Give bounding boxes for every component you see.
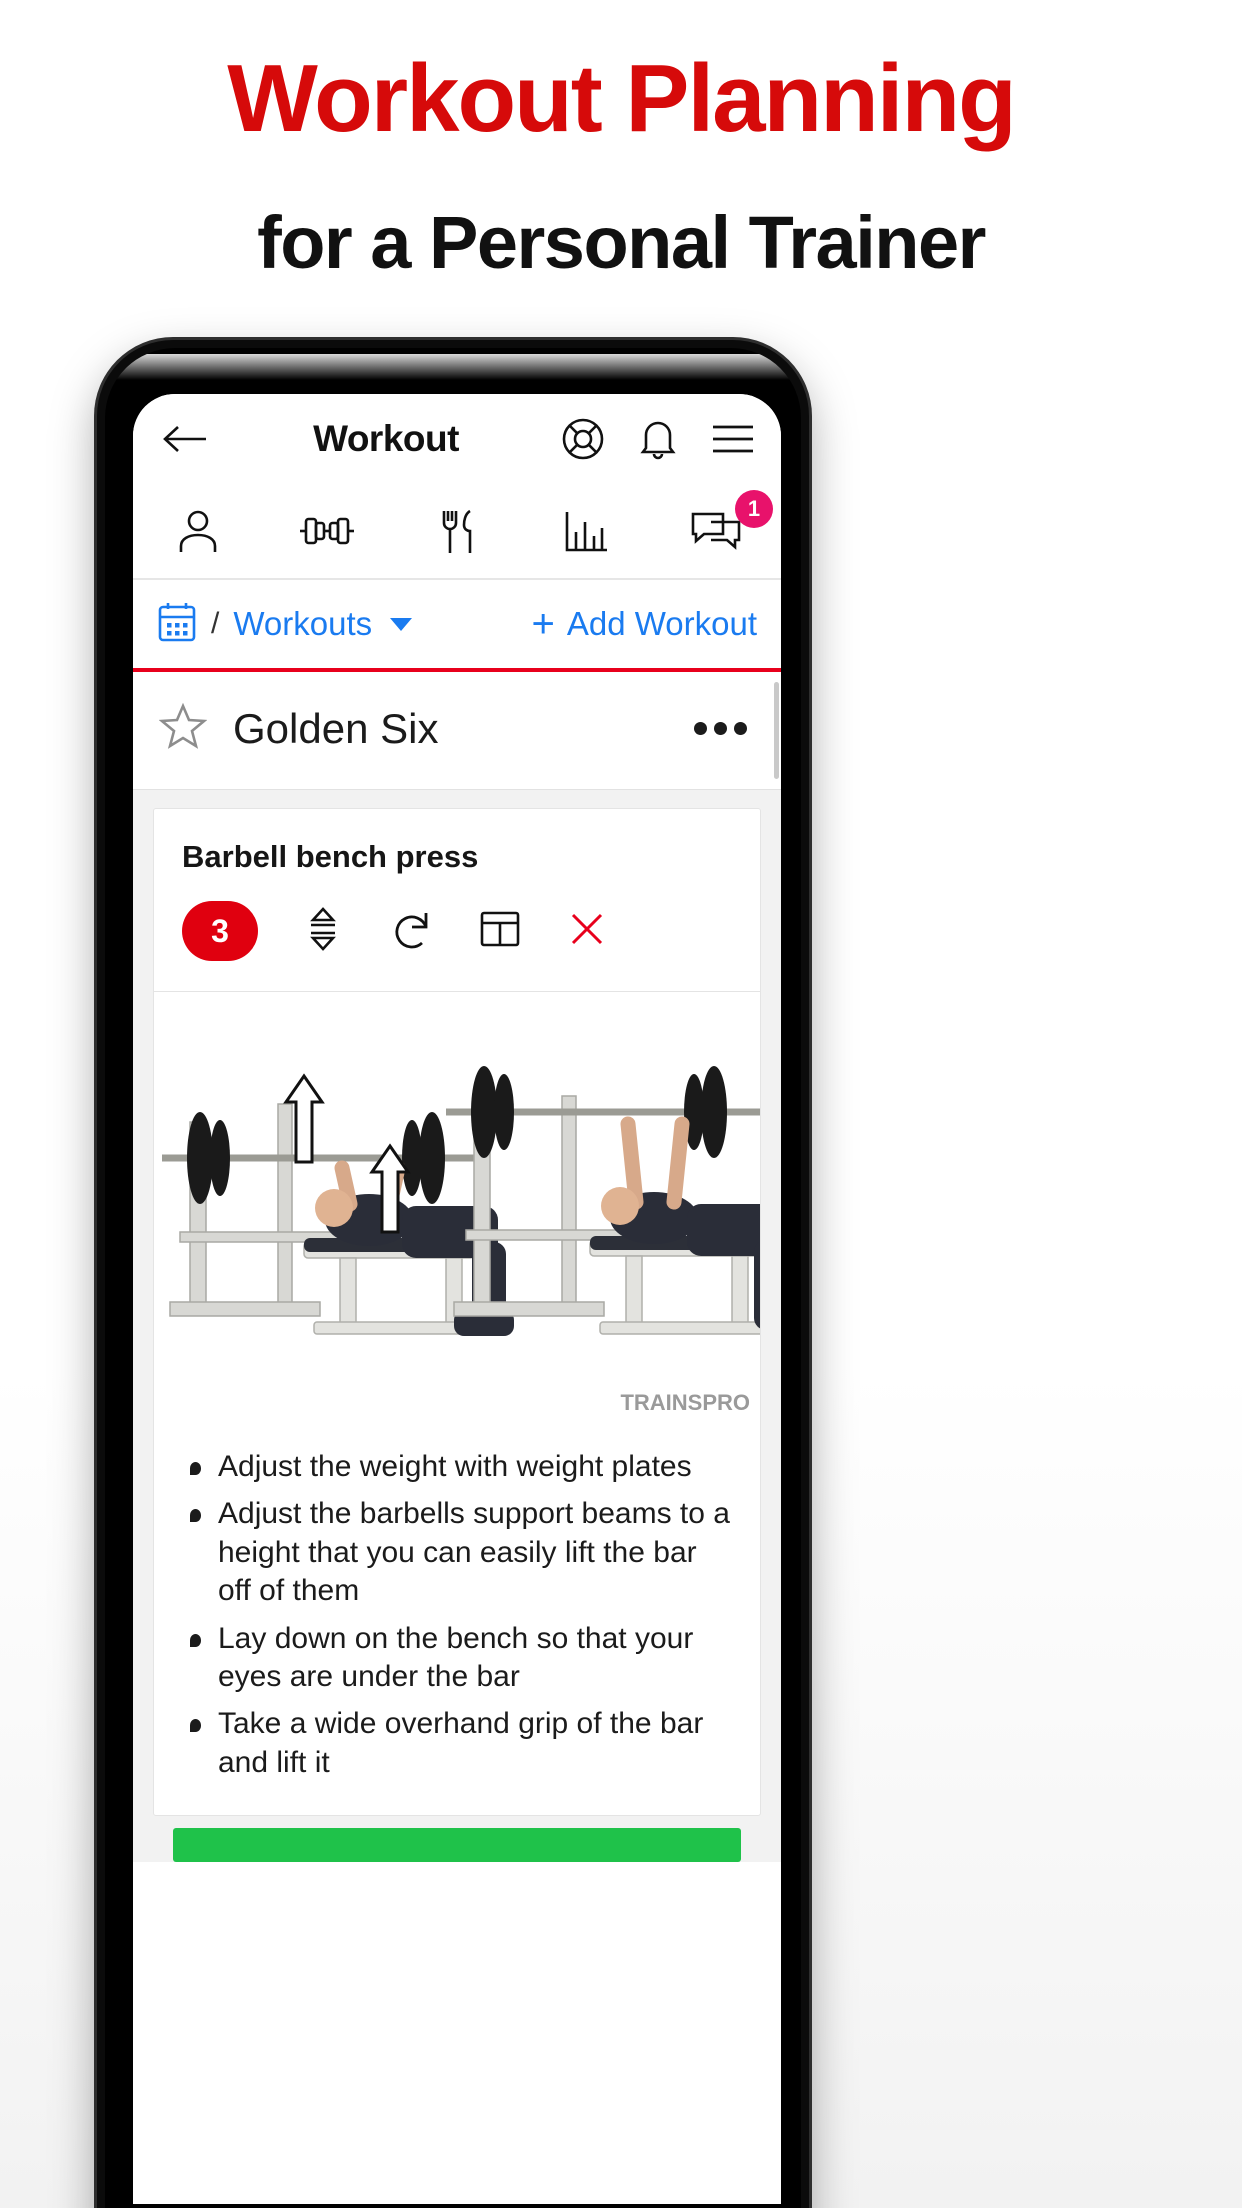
arrow-left-icon[interactable] <box>159 424 211 454</box>
phone-gloss <box>115 354 791 380</box>
plus-icon: + <box>531 602 555 646</box>
chevron-down-icon[interactable] <box>390 617 413 631</box>
phone-mockup: Workout 1 / Workouts + Add Workout Golde… <box>97 340 809 2208</box>
header-actions <box>561 417 755 461</box>
tab-statistics[interactable] <box>522 484 652 578</box>
breadcrumb-link-workouts[interactable]: Workouts <box>233 605 372 643</box>
list-item: Adjust the barbells support beams to a h… <box>184 1495 730 1610</box>
breadcrumb-bar: / Workouts + Add Workout <box>133 580 781 672</box>
workout-header-card[interactable]: Golden Six <box>133 672 781 790</box>
star-outline-icon[interactable] <box>158 702 208 755</box>
more-options-icon[interactable] <box>694 722 747 735</box>
app-header: Workout <box>133 394 781 484</box>
messages-badge: 1 <box>734 490 773 528</box>
exercise-instructions: Adjust the weight with weight plates Adj… <box>154 1422 760 1815</box>
page-title: Workout <box>313 418 459 459</box>
add-workout-button[interactable]: + Add Workout <box>531 604 757 644</box>
exercise-card: Barbell bench press 3 TRAINSPRO Adjust t… <box>153 808 761 1817</box>
tab-messages[interactable]: 1 <box>651 484 781 578</box>
svg-text:TRAINSPRO: TRAINSPRO <box>620 1390 750 1415</box>
breadcrumb-separator: / <box>211 607 220 640</box>
list-item: Take a wide overhand grip of the bar and… <box>184 1705 730 1782</box>
hamburger-menu-icon[interactable] <box>711 422 755 456</box>
add-workout-label: Add Workout <box>566 605 757 642</box>
tab-workout[interactable] <box>263 484 393 578</box>
promo-headline: Workout Planning for a Personal Trainer <box>0 48 1242 283</box>
table-icon[interactable] <box>478 907 522 956</box>
promo-title-line1: Workout Planning <box>227 45 1017 152</box>
reorder-icon[interactable] <box>302 905 344 958</box>
tab-nutrition[interactable] <box>392 484 522 578</box>
phone-bezel: Workout 1 / Workouts + Add Workout Golde… <box>105 348 801 2208</box>
tab-profile[interactable] <box>133 484 263 578</box>
exercise-actions: 3 <box>154 885 760 992</box>
scrollbar[interactable] <box>774 682 779 779</box>
list-item: Adjust the weight with weight plates <box>184 1448 730 1486</box>
promo-page: Workout Planning for a Personal Trainer … <box>0 0 1242 2208</box>
bell-icon[interactable] <box>639 417 677 461</box>
phone-screen: Workout 1 / Workouts + Add Workout Golde… <box>133 394 781 2204</box>
lifebuoy-icon[interactable] <box>561 417 605 461</box>
list-item: Lay down on the bench so that your eyes … <box>184 1620 730 1697</box>
exercise-photo: TRAINSPRO TRAINSPRO <box>154 992 760 1422</box>
workout-name: Golden Six <box>233 704 439 752</box>
breadcrumb: / Workouts <box>157 601 531 648</box>
exercise-title: Barbell bench press <box>182 839 479 874</box>
refresh-icon[interactable] <box>388 905 434 958</box>
tab-bar: 1 <box>133 484 781 580</box>
primary-action-bar[interactable] <box>173 1828 741 1863</box>
sets-badge[interactable]: 3 <box>182 901 258 961</box>
exercise-list: Barbell bench press 3 TRAINSPRO Adjust t… <box>133 790 781 1863</box>
calendar-icon[interactable] <box>157 601 197 648</box>
delete-icon[interactable] <box>566 908 608 955</box>
promo-title-line2: for a Personal Trainer <box>257 200 986 284</box>
